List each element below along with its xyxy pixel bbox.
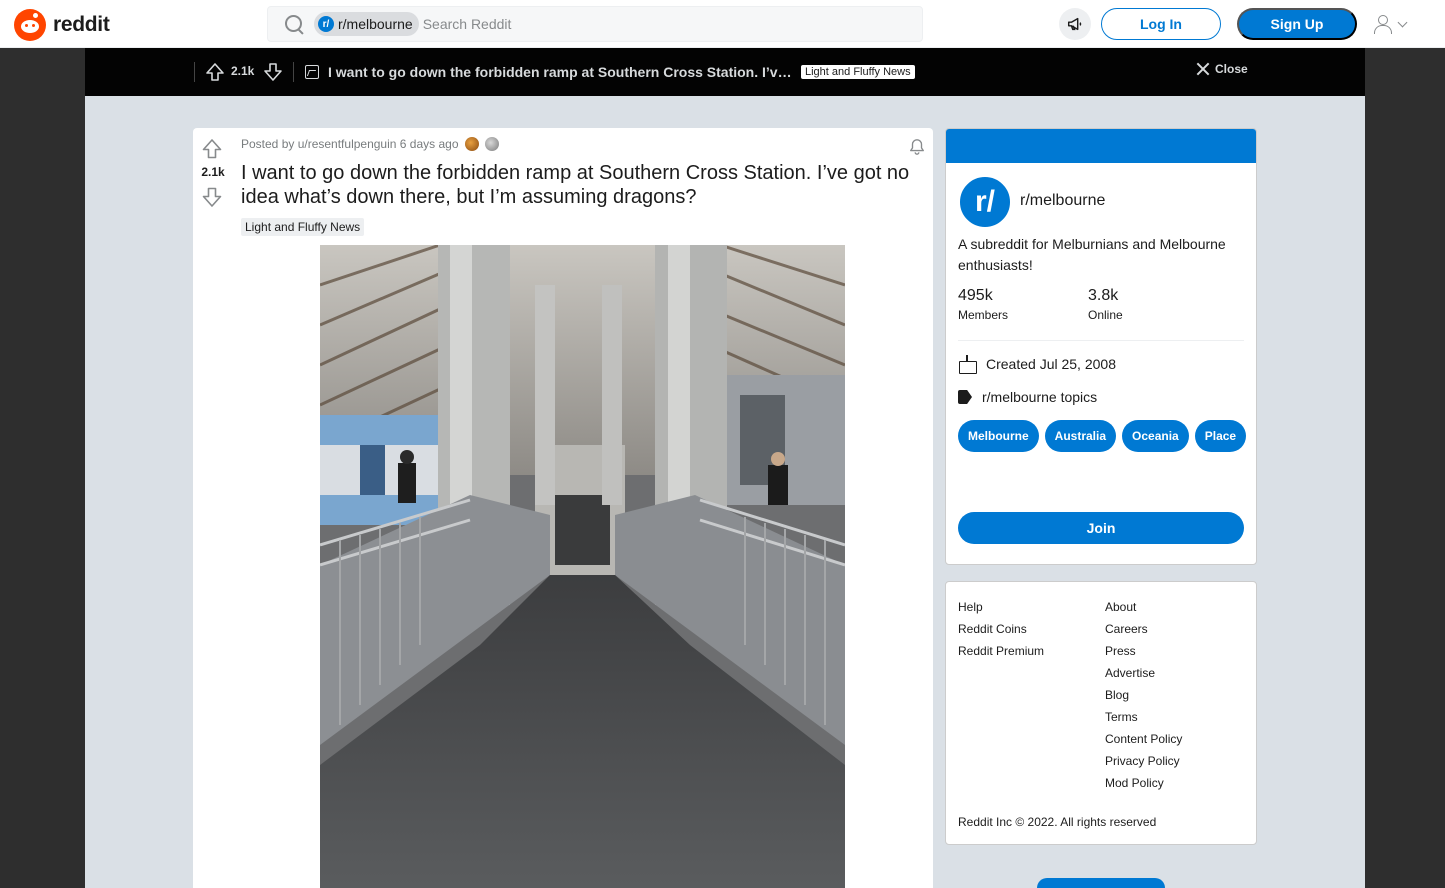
footer-column-2: About Careers Press Advertise Blog Terms… [1105,596,1182,794]
award-icon[interactable] [464,137,479,151]
post-card: 2.1k Posted by u/resentfulpenguin 6 days… [193,128,933,888]
chevron-down-icon [1397,17,1408,27]
close-post-button[interactable]: Close [1196,62,1248,76]
footer-link-about[interactable]: About [1105,596,1182,618]
downvote-arrow-icon[interactable] [202,186,222,208]
community-card: r/ r/melbourne A subreddit for Melburnia… [945,128,1257,565]
footer-link-mod-policy[interactable]: Mod Policy [1105,772,1182,794]
community-description: A subreddit for Melburnians and Melbourn… [958,236,1226,273]
search-input[interactable] [422,16,823,32]
advertise-button[interactable] [1059,8,1091,40]
topic-chips: Melbourne Australia Oceania Place [958,420,1248,452]
topics-label: r/melbourne topics [982,389,1098,405]
created-date: Created Jul 25, 2008 [958,355,1116,374]
community-banner [946,129,1256,163]
overlay-right-shade[interactable] [1365,48,1445,888]
members-count: 495k [958,287,993,304]
image-post-icon [305,65,319,79]
vote-score: 2.1k [231,64,255,78]
site-header: reddit r/ r/melbourne Log In Sign Up [0,0,1445,48]
join-button[interactable]: Join [958,512,1244,544]
megaphone-icon [1067,17,1082,31]
upvote-arrow-icon[interactable] [202,138,222,160]
footer-link-reddit-coins[interactable]: Reddit Coins [958,618,1044,640]
posted-by-text: Posted by u/resentfulpenguin 6 days ago [241,137,459,151]
post-flair[interactable]: Light and Fluffy News [241,218,365,236]
reddit-wordmark: reddit [53,13,110,36]
reddit-logo-icon [14,9,46,41]
online-stat: 3.8k Online [1088,287,1123,322]
online-count: 3.8k [1088,287,1119,304]
topic-chip-oceania[interactable]: Oceania [1122,420,1189,452]
footer-link-reddit-premium[interactable]: Reddit Premium [958,640,1044,662]
overlay-left-shade[interactable] [0,48,85,888]
topic-chip-place[interactable]: Place [1194,420,1247,452]
login-button[interactable]: Log In [1101,8,1221,40]
tag-icon [958,390,972,404]
upvote-arrow-icon[interactable] [205,62,225,82]
cake-icon [958,355,978,374]
user-menu-dropdown[interactable] [1373,10,1423,38]
divider [958,340,1244,341]
vote-score: 2.1k [201,165,225,179]
community-avatar[interactable]: r/ [958,175,1012,229]
footer-link-careers[interactable]: Careers [1105,618,1182,640]
award-icon[interactable] [484,137,499,151]
post-top-bar: 2.1k I want to go down the forbidden ram… [85,48,1365,96]
divider [293,62,294,82]
post-meta: Posted by u/resentfulpenguin 6 days ago [241,137,499,151]
reddit-home-link[interactable]: reddit [14,9,110,41]
footer-links-card: Help Reddit Coins Reddit Premium About C… [945,581,1257,845]
search-scope-chip[interactable]: r/ r/melbourne [314,12,419,36]
members-label: Members [958,308,1009,322]
footer-link-help[interactable]: Help [958,596,1044,618]
post-image[interactable] [320,245,845,888]
footer-link-privacy-policy[interactable]: Privacy Policy [1105,750,1182,772]
search-scope-label: r/melbourne [338,16,413,32]
signup-button[interactable]: Sign Up [1237,8,1357,40]
station-ramp-photo [320,245,845,888]
footer-link-terms[interactable]: Terms [1105,706,1182,728]
copyright-text: Reddit Inc © 2022. All rights reserved [958,815,1157,829]
footer-link-content-policy[interactable]: Content Policy [1105,728,1182,750]
top-bar-post-title: I want to go down the forbidden ramp at … [328,64,798,80]
user-icon [1373,14,1393,34]
downvote-arrow-icon[interactable] [263,62,283,82]
subreddit-icon: r/ [318,16,334,32]
close-icon [1196,62,1210,76]
footer-link-press[interactable]: Press [1105,640,1182,662]
back-to-top-button[interactable] [1037,878,1165,888]
search-icon [284,14,304,34]
footer-link-blog[interactable]: Blog [1105,684,1182,706]
members-stat: 495k Members [958,287,1008,322]
search-bar[interactable]: r/ r/melbourne [267,6,923,42]
topics-heading: r/melbourne topics [958,389,1097,405]
topic-chip-melbourne[interactable]: Melbourne [958,420,1039,452]
created-text: Created Jul 25, 2008 [986,356,1116,372]
close-label: Close [1215,62,1248,76]
footer-column-1: Help Reddit Coins Reddit Premium [958,596,1044,662]
online-label: Online [1088,308,1123,322]
top-bar-flair[interactable]: Light and Fluffy News [801,65,915,79]
bell-icon[interactable] [908,138,926,156]
divider [194,62,195,82]
footer-link-advertise[interactable]: Advertise [1105,662,1182,684]
topic-chip-australia[interactable]: Australia [1044,420,1117,452]
community-name[interactable]: r/melbourne [1020,192,1105,210]
post-title[interactable]: I want to go down the forbidden ramp at … [241,161,921,209]
